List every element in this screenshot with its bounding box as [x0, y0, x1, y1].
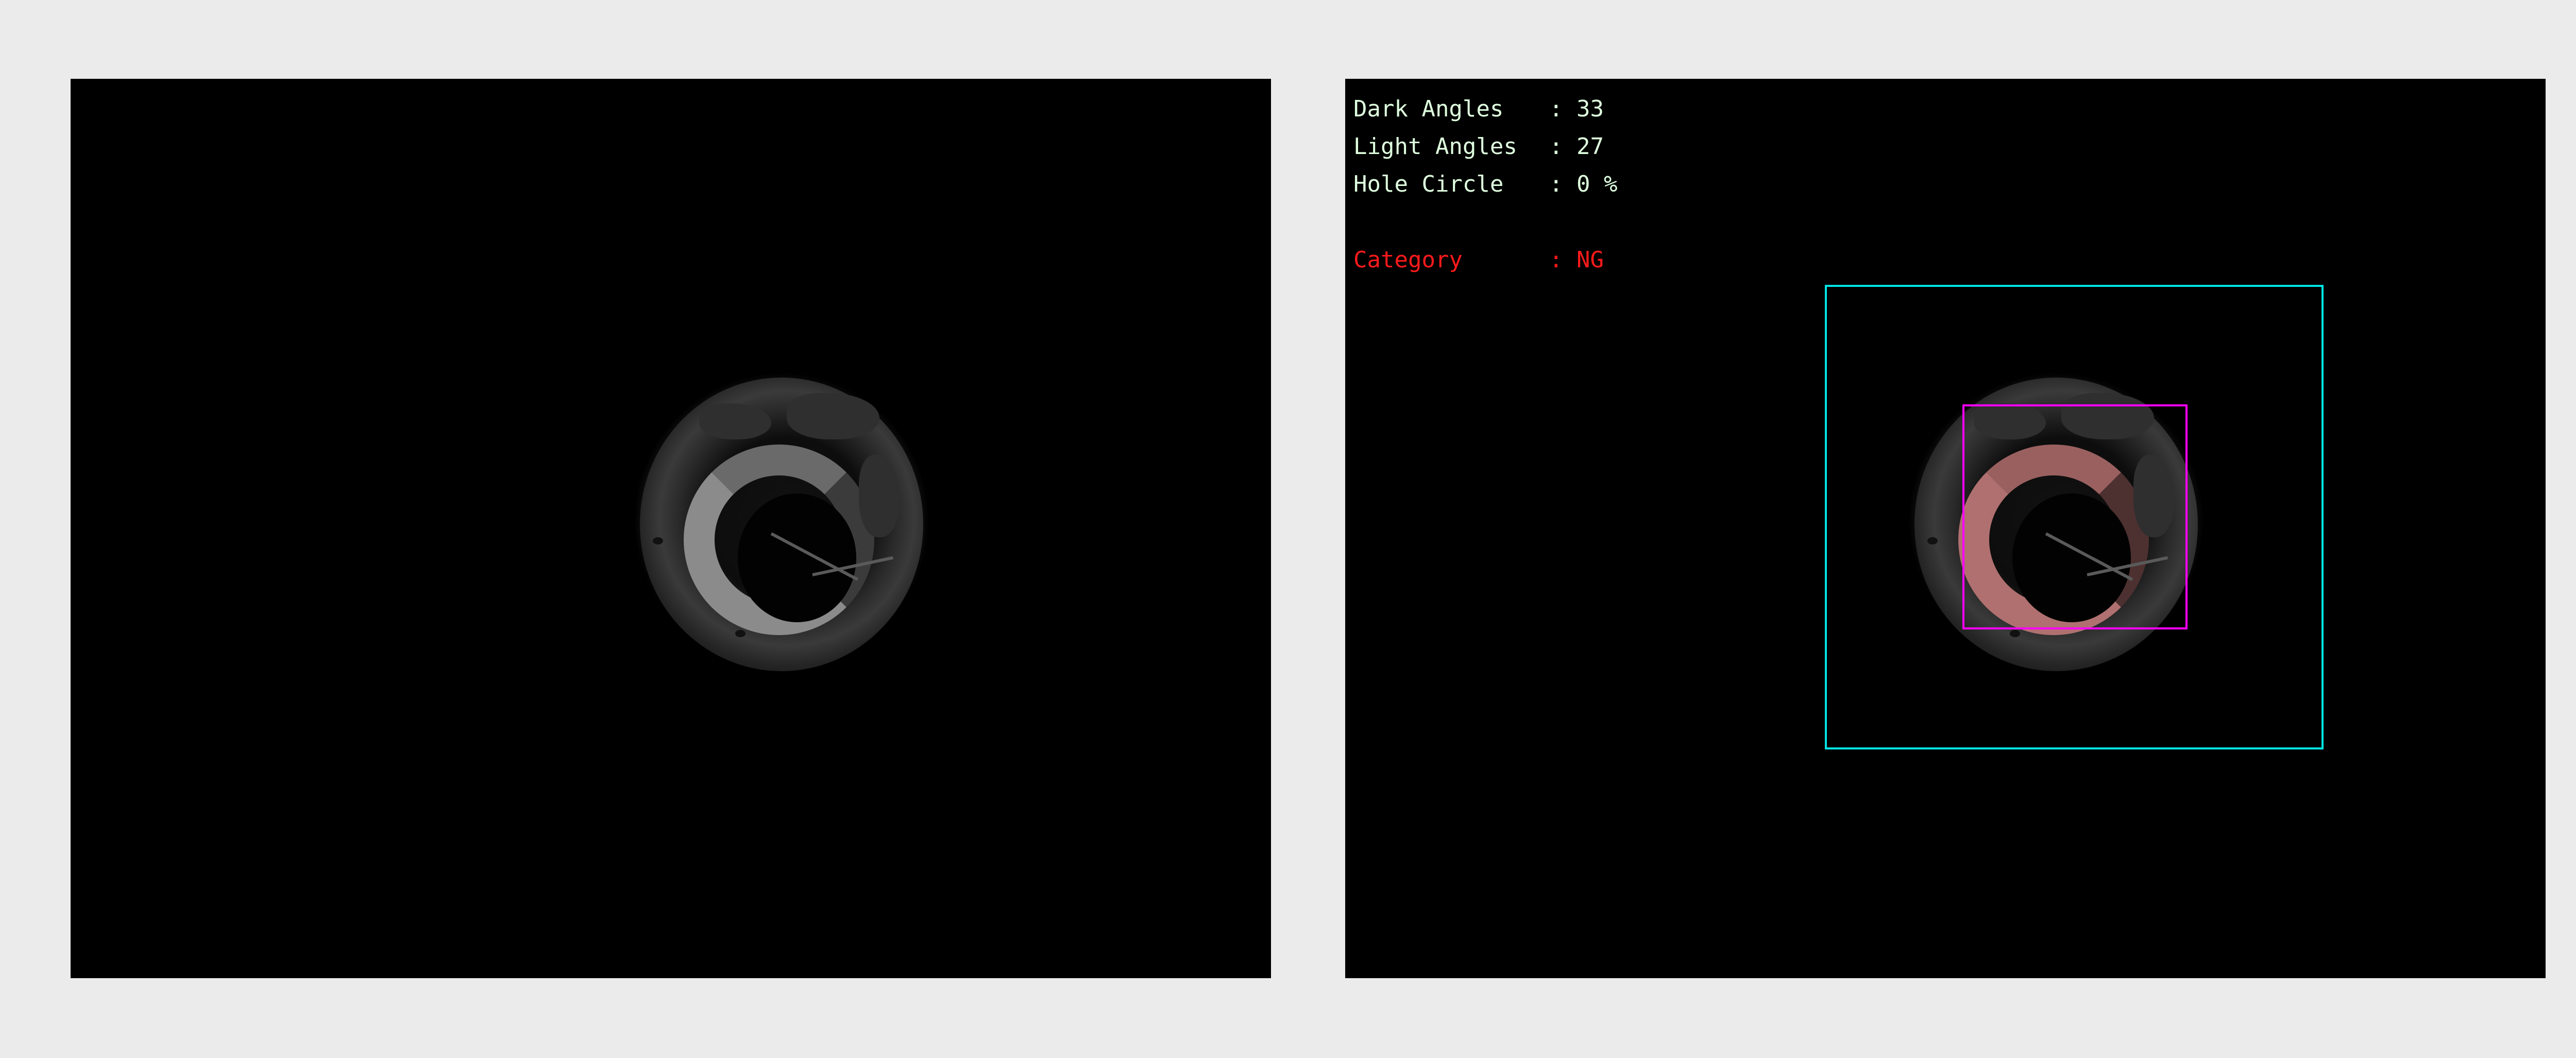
light-angles-value: 27: [1577, 133, 1604, 160]
light-angles-sep: :: [1549, 133, 1563, 160]
dark-angles-label: Dark Angles: [1353, 96, 1504, 122]
original-image-panel: [71, 79, 1271, 978]
dark-angles-sep: :: [1549, 96, 1563, 122]
hole-circle-readout: Hole Circle: 0 %: [1353, 173, 1617, 196]
light-angles-readout: Light Angles: 27: [1353, 135, 1604, 158]
hole-circle-value: 0 %: [1577, 171, 1618, 197]
specimen-hole: [738, 493, 856, 622]
category-label: Category: [1353, 247, 1463, 273]
hole-circle-label: Hole Circle: [1353, 171, 1504, 197]
category-sep: :: [1549, 247, 1563, 273]
inner-roi-box: [1962, 404, 2188, 629]
specimen-speck: [735, 630, 745, 637]
specimen-ring-image: [617, 362, 946, 692]
dark-angles-readout: Dark Angles: 33: [1353, 98, 1604, 121]
specimen-speck: [653, 537, 663, 544]
category-readout: Category: NG: [1353, 249, 1604, 271]
dark-angles-value: 33: [1577, 96, 1604, 122]
result-image-panel: Dark Angles: 33 Light Angles: 27 Hole Ci…: [1345, 79, 2546, 978]
light-angles-label: Light Angles: [1353, 133, 1517, 160]
category-value: NG: [1577, 247, 1604, 273]
hole-circle-sep: :: [1549, 171, 1563, 197]
